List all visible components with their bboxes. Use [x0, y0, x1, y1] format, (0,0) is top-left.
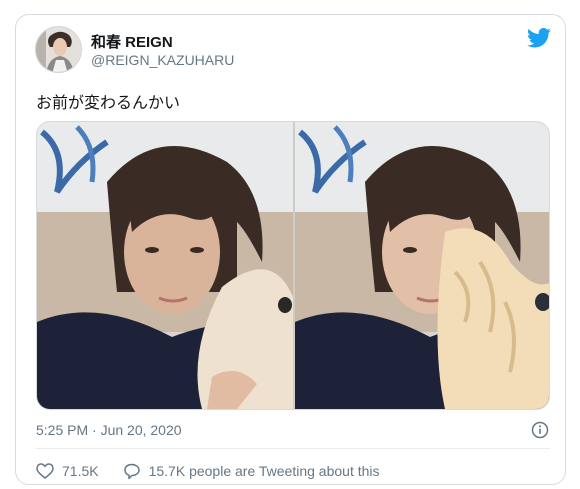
- tweet-timestamp[interactable]: 5:25 PM · Jun 20, 2020: [36, 422, 182, 438]
- like-button[interactable]: 71.5K: [36, 463, 99, 479]
- tweeting-about-link[interactable]: 15.7K people are Tweeting about this: [123, 463, 380, 480]
- tweet-actions: 71.5K 15.7K people are Tweeting about th…: [36, 460, 380, 482]
- author-name[interactable]: 和春 REIGN: [91, 31, 173, 52]
- author-handle[interactable]: @REIGN_KAZUHARU: [91, 52, 234, 68]
- speech-bubble-icon: [123, 463, 140, 479]
- tweet-text: お前が変わるんかい: [36, 95, 181, 112]
- twitter-bird-icon[interactable]: [527, 28, 551, 48]
- tweet-card[interactable]: 和春 REIGN @REIGN_KAZUHARU お前が変わるんかい 5:25 …: [15, 14, 566, 485]
- divider: [36, 448, 550, 449]
- like-count: 71.5K: [62, 463, 99, 479]
- avatar-image: [36, 27, 81, 72]
- photo-original[interactable]: [37, 122, 293, 409]
- heart-icon: [36, 463, 54, 479]
- photo-swapped[interactable]: [295, 122, 550, 409]
- tweet-media[interactable]: [36, 121, 550, 410]
- info-icon[interactable]: [531, 421, 549, 439]
- avatar[interactable]: [35, 26, 82, 73]
- tweeting-about-text: 15.7K people are Tweeting about this: [148, 463, 380, 479]
